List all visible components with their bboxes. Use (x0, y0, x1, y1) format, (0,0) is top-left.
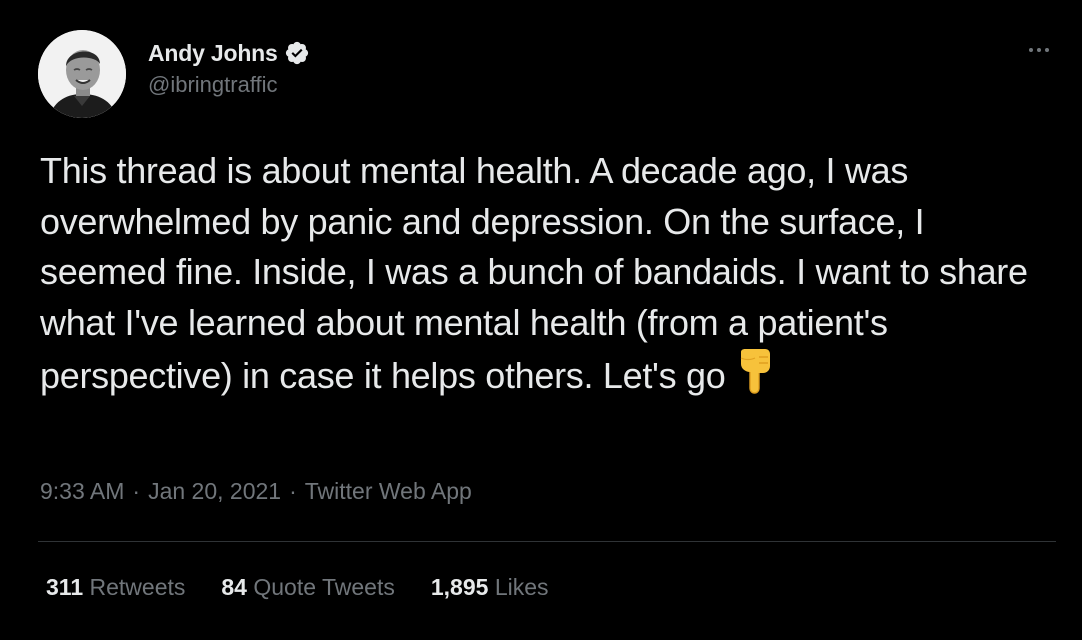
tweet-date[interactable]: Jan 20, 2021 (148, 478, 281, 505)
tweet-source[interactable]: Twitter Web App (305, 478, 472, 505)
tweet-text: This thread is about mental health. A de… (40, 150, 1028, 396)
author-handle[interactable]: @ibringtraffic (148, 72, 310, 98)
tweet-detail: Andy Johns @ibringtraffic This thread is… (0, 0, 1082, 640)
likes-stat[interactable]: 1,895 Likes (431, 574, 549, 601)
tweet-text-container: This thread is about mental health. A de… (40, 146, 1050, 402)
retweets-count: 311 (46, 574, 84, 600)
verified-badge-icon (284, 40, 310, 66)
meta-separator: · (132, 478, 141, 504)
more-horizontal-icon (1029, 48, 1033, 52)
quote-tweets-stat[interactable]: 84 Quote Tweets (221, 574, 394, 601)
tweet-metadata: 9:33 AM · Jan 20, 2021 · Twitter Web App (40, 478, 472, 505)
author-display-name[interactable]: Andy Johns (148, 40, 278, 67)
engagement-stats: 311 Retweets 84 Quote Tweets 1,895 Likes (46, 574, 549, 601)
meta-separator: · (289, 478, 297, 504)
more-options-button[interactable] (1024, 38, 1054, 62)
name-row: Andy Johns (148, 38, 310, 68)
avatar[interactable] (38, 30, 126, 118)
more-horizontal-icon-dot (1037, 48, 1041, 52)
retweets-stat[interactable]: 311 Retweets (46, 574, 185, 601)
author-info: Andy Johns @ibringtraffic (148, 38, 310, 98)
more-horizontal-icon-dot (1045, 48, 1049, 52)
likes-label: Likes (494, 574, 549, 600)
quote-tweets-count: 84 (221, 574, 247, 600)
backhand-index-pointing-down-icon (735, 348, 775, 394)
avatar-photo (38, 30, 126, 118)
divider (38, 541, 1056, 542)
tweet-time[interactable]: 9:33 AM (40, 478, 124, 505)
retweets-label: Retweets (89, 574, 186, 600)
likes-count: 1,895 (430, 574, 489, 600)
quote-tweets-label: Quote Tweets (253, 574, 395, 600)
